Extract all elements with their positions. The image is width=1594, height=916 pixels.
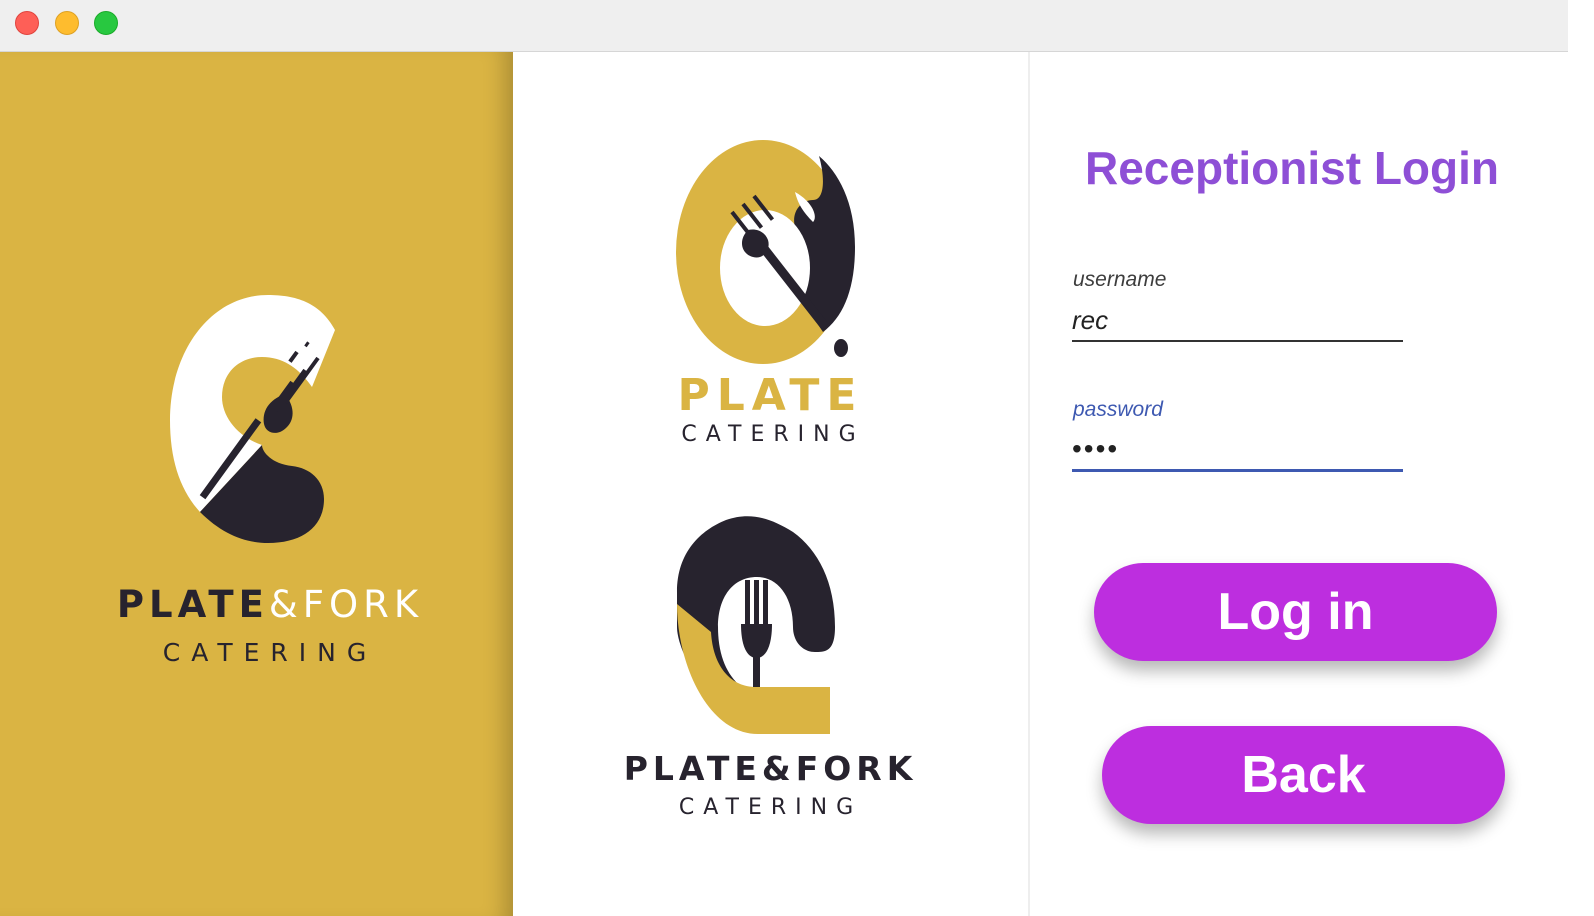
password-label: password bbox=[1073, 398, 1163, 421]
close-window-button[interactable] bbox=[15, 11, 39, 35]
minimize-window-button[interactable] bbox=[55, 11, 79, 35]
pf-logo-name: PLATE&FORK bbox=[623, 749, 918, 788]
left-logo-name-bold: PLATE bbox=[116, 583, 269, 626]
login-panel: Receptionist Login username password Log… bbox=[1030, 52, 1568, 916]
pf-logo-subtitle: CATERING bbox=[678, 795, 863, 820]
login-title: Receptionist Login bbox=[1085, 142, 1499, 194]
login-button[interactable]: Log in bbox=[1094, 563, 1497, 661]
brand-panel: PLATE&FORK CATERING bbox=[0, 52, 513, 916]
app-window: PLATE&FORK CATERING PLATE CATERING PLATE… bbox=[0, 0, 1568, 916]
username-label: username bbox=[1073, 268, 1167, 291]
title-bar bbox=[0, 0, 1568, 52]
password-input[interactable] bbox=[1072, 429, 1403, 472]
back-button[interactable]: Back bbox=[1102, 726, 1505, 824]
left-logo-subtitle: CATERING bbox=[162, 638, 378, 667]
left-logo-name: PLATE&FORK bbox=[0, 583, 540, 626]
logo-showcase-panel: PLATE CATERING PLATE&FORK CATERING bbox=[513, 52, 1028, 916]
username-input[interactable] bbox=[1072, 300, 1403, 342]
maximize-window-button[interactable] bbox=[94, 11, 118, 35]
left-logo-name-light: &FORK bbox=[268, 583, 424, 626]
plate-fork-c-logo-icon bbox=[170, 295, 335, 543]
